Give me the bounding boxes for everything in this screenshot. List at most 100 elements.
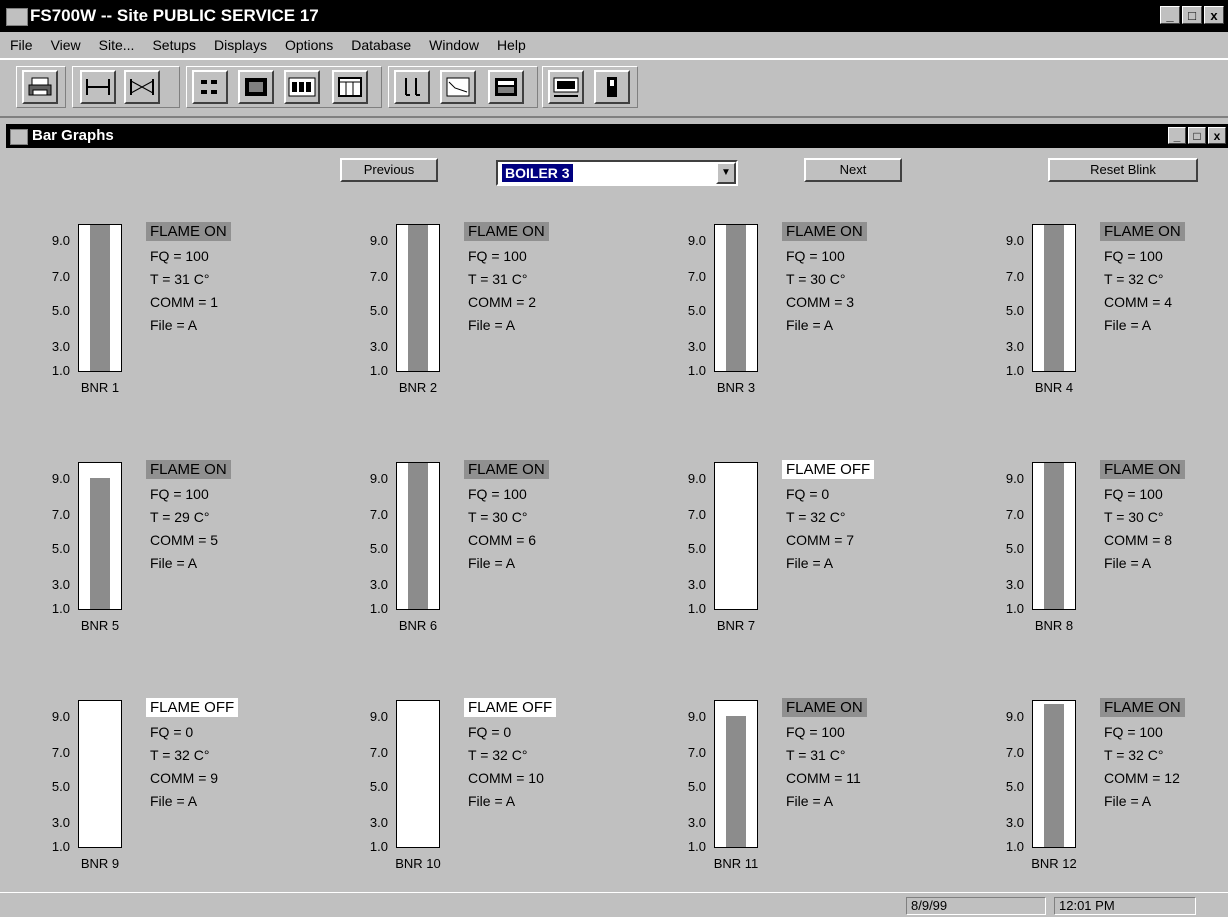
status-date: 8/9/99 [906,897,1046,915]
axis-tick-label: 1.0 [687,363,706,378]
burner-file: File = A [1104,317,1152,333]
burner-t: T = 32 C° [468,747,528,763]
axis-tick-label: 1.0 [1005,601,1024,616]
axis-tick-label: 3.0 [369,339,388,354]
bar-frame [714,700,758,848]
doc-close-button[interactable]: x [1208,127,1226,144]
calculator-icon[interactable] [488,70,524,104]
burner-file: File = A [468,317,516,333]
axis-tick-label: 7.0 [687,507,706,522]
ok-icon[interactable] [548,70,584,104]
burner-comm: COMM = 1 [150,294,219,310]
burner-info: FQ = 100 T = 32 C° COMM = 4 File = A [1104,245,1172,337]
burner-fq: FQ = 100 [786,724,845,740]
abc-icon[interactable] [284,70,320,104]
burner-file: File = A [1104,793,1152,809]
burner-fq: FQ = 100 [468,486,527,502]
reset-blink-button[interactable]: Reset Blink [1048,158,1198,182]
axis-tick-label: 5.0 [687,541,706,556]
menu-file[interactable]: File [10,37,33,53]
document-titlebar: Bar Graphs _ □ x [6,124,1228,148]
burner-fq: FQ = 100 [468,248,527,264]
flame-status: FLAME ON [1100,460,1185,479]
battery-icon[interactable] [594,70,630,104]
flame-status: FLAME ON [464,460,549,479]
menu-site[interactable]: Site... [99,37,135,53]
app-title: FS700W -- Site PUBLIC SERVICE 17 [30,6,319,25]
trend-icon[interactable] [440,70,476,104]
burner-comm: COMM = 5 [150,532,219,548]
burner-info: FQ = 100 T = 30 C° COMM = 8 File = A [1104,483,1172,575]
axis-tick-label: 7.0 [51,269,70,284]
doc-minimize-button[interactable]: _ [1168,127,1186,144]
burner-t: T = 32 C° [1104,747,1164,763]
bar-fill [726,225,746,371]
table-icon[interactable] [332,70,368,104]
axis-tick-label: 1.0 [1005,839,1024,854]
previous-button[interactable]: Previous [340,158,438,182]
axis-tick-label: 5.0 [369,303,388,318]
menu-database[interactable]: Database [351,37,411,53]
burner-info: FQ = 100 T = 30 C° COMM = 6 File = A [468,483,536,575]
burner-comm: COMM = 8 [1104,532,1173,548]
burner-t: T = 31 C° [786,747,846,763]
app-icon[interactable] [6,8,28,26]
bar-fill [726,715,746,847]
list-icon[interactable] [192,70,228,104]
burner-file: File = A [150,317,198,333]
boiler-select[interactable]: BOILER 3 ▼ [496,160,738,186]
doc-maximize-button[interactable]: □ [1188,127,1206,144]
document-title: Bar Graphs [32,127,114,144]
bar-frame [714,462,758,610]
burner-t: T = 32 C° [1104,271,1164,287]
burner-label: BNR 1 [80,380,120,395]
burner-t: T = 32 C° [150,747,210,763]
burner-file: File = A [1104,555,1152,571]
burner-info: FQ = 0 T = 32 C° COMM = 9 File = A [150,721,218,813]
bitmap-icon[interactable] [238,70,274,104]
axis-tick-label: 3.0 [687,577,706,592]
flame-status: FLAME ON [146,460,231,479]
sensor-icon[interactable] [80,70,116,104]
burner-fq: FQ = 100 [1104,248,1163,264]
flame-status: FLAME ON [782,698,867,717]
menu-options[interactable]: Options [285,37,333,53]
sensor-pair-icon[interactable] [124,70,160,104]
axis-tick-label: 3.0 [51,815,70,830]
close-button[interactable]: x [1204,6,1224,24]
axis-tick-label: 1.0 [1005,363,1024,378]
burner-file: File = A [468,555,516,571]
menu-help[interactable]: Help [497,37,526,53]
axis-tick-label: 7.0 [1005,507,1024,522]
menu-window[interactable]: Window [429,37,479,53]
burner-label: BNR 8 [1034,618,1074,633]
boiler-select-value: BOILER 3 [502,164,573,182]
menu-bar: File View Site... Setups Displays Option… [0,32,1228,58]
minimize-button[interactable]: _ [1160,6,1180,24]
bar-fill [408,225,428,371]
burner-fq: FQ = 100 [786,248,845,264]
axis-tick-label: 5.0 [687,779,706,794]
burner-info: FQ = 100 T = 29 C° COMM = 5 File = A [150,483,218,575]
burner-info: FQ = 100 T = 32 C° COMM = 12 File = A [1104,721,1180,813]
burner-label: BNR 2 [398,380,438,395]
axis-tick-label: 3.0 [1005,577,1024,592]
menu-setups[interactable]: Setups [152,37,196,53]
axis-tick-label: 9.0 [51,471,70,486]
burner-t: T = 29 C° [150,509,210,525]
axis-tick-label: 9.0 [1005,233,1024,248]
chevron-down-icon[interactable]: ▼ [716,162,736,184]
printer-icon[interactable] [22,70,58,104]
axis-tick-label: 5.0 [51,779,70,794]
next-button[interactable]: Next [804,158,902,182]
burner-comm: COMM = 12 [1104,770,1180,786]
burner-info: FQ = 0 T = 32 C° COMM = 7 File = A [786,483,854,575]
document-icon[interactable] [10,129,28,145]
menu-view[interactable]: View [51,37,81,53]
columns-icon[interactable] [394,70,430,104]
axis-tick-label: 5.0 [1005,303,1024,318]
maximize-button[interactable]: □ [1182,6,1202,24]
burner-info: FQ = 100 T = 31 C° COMM = 11 File = A [786,721,861,813]
axis-tick-label: 1.0 [51,363,70,378]
menu-displays[interactable]: Displays [214,37,267,53]
